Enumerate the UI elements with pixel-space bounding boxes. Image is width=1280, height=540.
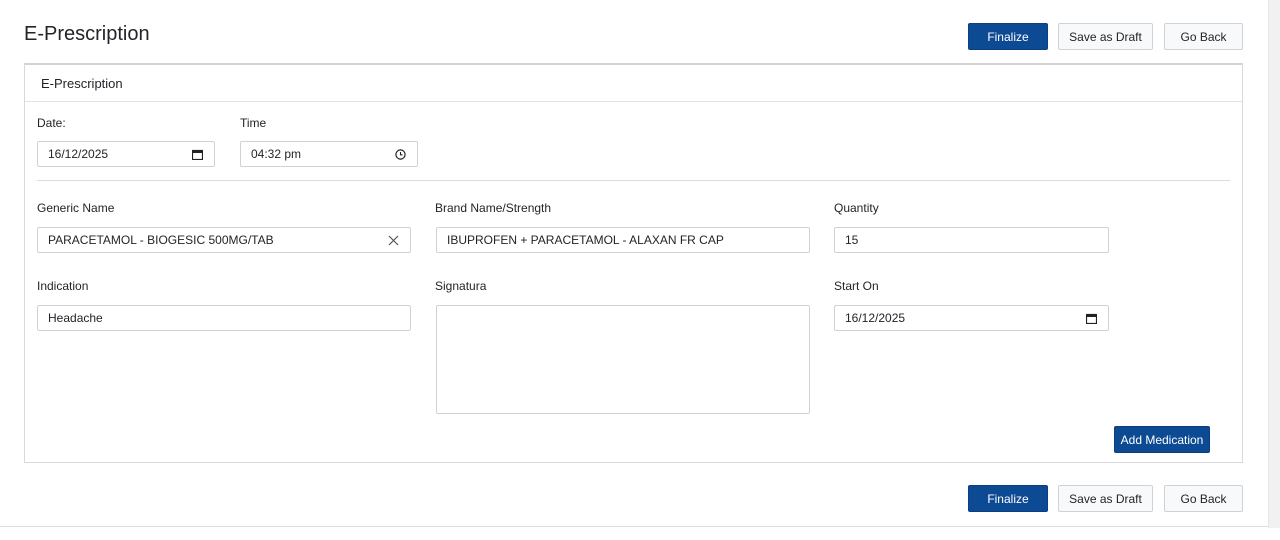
date-input[interactable]: 16/12/2025 bbox=[37, 141, 215, 167]
quantity-field[interactable]: 15 bbox=[834, 227, 1109, 253]
finalize-button-bottom[interactable]: Finalize bbox=[968, 485, 1048, 512]
brand-name-value: IBUPROFEN + PARACETAMOL - ALAXAN FR CAP bbox=[447, 233, 724, 247]
finalize-button[interactable]: Finalize bbox=[968, 23, 1048, 50]
go-back-button[interactable]: Go Back bbox=[1164, 23, 1243, 50]
generic-name-value: PARACETAMOL - BIOGESIC 500MG/TAB bbox=[48, 233, 274, 247]
indication-value: Headache bbox=[48, 311, 103, 325]
date-label: Date: bbox=[37, 116, 66, 130]
page-title: E-Prescription bbox=[24, 23, 150, 45]
quantity-value: 15 bbox=[845, 233, 859, 247]
signatura-label: Signatura bbox=[435, 279, 487, 293]
calendar-icon[interactable] bbox=[186, 142, 208, 166]
indication-label: Indication bbox=[37, 279, 89, 293]
date-value: 16/12/2025 bbox=[48, 147, 109, 161]
start-on-value: 16/12/2025 bbox=[845, 311, 906, 325]
time-input[interactable]: 04:32 pm bbox=[240, 141, 418, 167]
go-back-button-bottom[interactable]: Go Back bbox=[1164, 485, 1243, 512]
bottom-divider bbox=[0, 526, 1268, 527]
vertical-scrollbar[interactable] bbox=[1268, 0, 1280, 528]
quantity-label: Quantity bbox=[834, 201, 879, 215]
indication-field[interactable]: Headache bbox=[37, 305, 411, 331]
save-draft-button[interactable]: Save as Draft bbox=[1058, 23, 1153, 50]
generic-name-label: Generic Name bbox=[37, 201, 115, 215]
save-draft-button-bottom[interactable]: Save as Draft bbox=[1058, 485, 1153, 512]
calendar-icon[interactable] bbox=[1080, 306, 1102, 330]
generic-name-field[interactable]: PARACETAMOL - BIOGESIC 500MG/TAB bbox=[37, 227, 411, 253]
section-divider bbox=[37, 180, 1230, 181]
card-header: E-Prescription bbox=[25, 65, 1242, 102]
brand-name-label: Brand Name/Strength bbox=[435, 201, 552, 215]
time-label: Time bbox=[240, 116, 267, 130]
signatura-textarea[interactable] bbox=[436, 305, 810, 414]
clock-icon[interactable] bbox=[389, 142, 411, 166]
add-medication-button[interactable]: Add Medication bbox=[1114, 426, 1210, 453]
prescription-card: E-Prescription Date: 16/12/2025 Time 04:… bbox=[24, 63, 1243, 463]
start-on-label: Start On bbox=[834, 279, 879, 293]
clear-icon[interactable] bbox=[382, 228, 404, 252]
time-value: 04:32 pm bbox=[251, 147, 302, 161]
page: E-Prescription Finalize Save as Draft Go… bbox=[0, 0, 1280, 540]
brand-name-field[interactable]: IBUPROFEN + PARACETAMOL - ALAXAN FR CAP bbox=[436, 227, 810, 253]
start-on-input[interactable]: 16/12/2025 bbox=[834, 305, 1109, 331]
